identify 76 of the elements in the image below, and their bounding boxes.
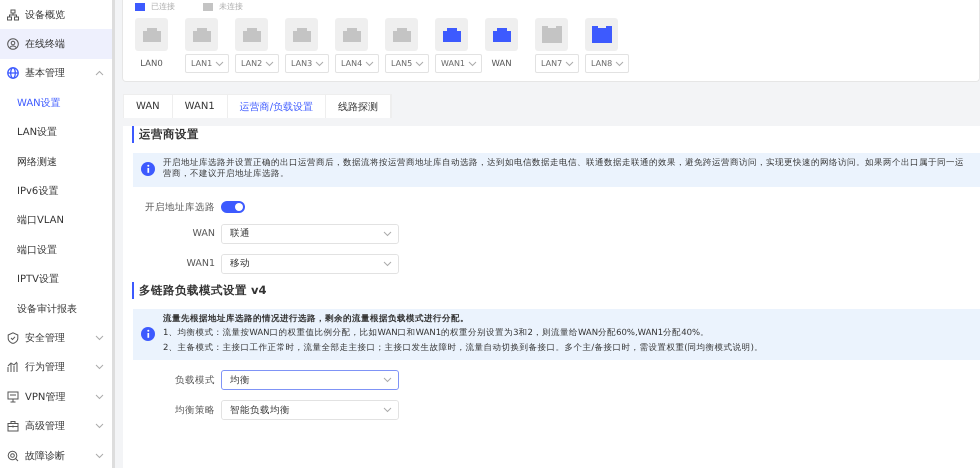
dropdown-select[interactable]: 均衡 (221, 370, 399, 390)
chevron-icon (95, 364, 104, 370)
chevron-icon (383, 377, 392, 384)
legend-label: 已连接 (151, 2, 175, 12)
chevron-icon (415, 60, 424, 66)
chevron-icon (95, 423, 104, 430)
port-label: WAN (490, 59, 513, 69)
sidebar-subitem[interactable]: 端口VLAN (0, 206, 112, 236)
chevron-icon (95, 452, 104, 459)
chevron-icon (215, 60, 224, 66)
search-icon (7, 450, 19, 462)
sidebar-subitem[interactable]: 端口设置 (0, 235, 112, 265)
chevron-icon (468, 60, 478, 66)
chevron-icon (95, 394, 104, 400)
info-text: 流量先根据地址库选路的情况进行选路，剩余的流量根据负载模式进行分配。 (163, 314, 470, 326)
dropdown-select[interactable]: 智能负载均衡 (221, 400, 399, 420)
sidebar-item[interactable]: 故障诊断 (0, 440, 112, 468)
field-label: 开启地址库选路 (144, 200, 216, 214)
field-label: 负载模式 (174, 374, 216, 387)
port-role-select[interactable]: LAN2 (235, 54, 280, 73)
port-role-select[interactable]: LAN3 (285, 54, 330, 73)
globe-icon (7, 67, 19, 80)
chevron-icon (383, 230, 392, 237)
chevron-icon (95, 334, 104, 341)
field-label: WAN (192, 228, 216, 240)
port-role-select[interactable]: LAN7 (535, 54, 580, 73)
chevron-icon (615, 60, 624, 66)
shield-icon (7, 332, 19, 344)
dropdown-select[interactable]: 移动 (221, 254, 399, 274)
chevron-icon (95, 70, 104, 76)
info-text: 2、主备模式：主接口工作正常时，流量全部走主接口；主接口发生故障时，流量自动切换到备接口。多个主/备接口时，需设置权重(同均衡模式说明)。 (163, 342, 763, 354)
legend-label: 未连接 (219, 2, 243, 12)
tab[interactable]: 线路探测 (326, 95, 392, 118)
port-label: LAN0 (139, 59, 164, 69)
field-label: WAN1 (185, 258, 216, 270)
chevron-icon (265, 60, 274, 66)
port-role-select[interactable]: LAN8 (585, 54, 630, 73)
info-text: 1、均衡模式：流量按WAN口的权重值比例分配，比如WAN口和WAN1的权重分别设置为3和2，则流量给WAN分配60%,WAN1分配40%。 (163, 328, 710, 340)
sidebar-item[interactable]: 高级管理 (0, 411, 112, 441)
dropdown-select[interactable]: 联通 (221, 224, 399, 244)
toolbox-icon (7, 420, 19, 432)
chevron-icon (365, 60, 374, 66)
sidebar-subitem[interactable]: IPTV设置 (0, 264, 112, 294)
monitor-icon (7, 390, 19, 403)
sidebar-item[interactable]: 安全管理 (0, 323, 112, 353)
info-text: 开启地址库选路并设置正确的出口运营商后，数据流将按运营商地址库自动选路，达到如电信数据走电信、联通数据走联通的效果，避免跨运营商访问，实现更快速的网络访问。如果两个出口属于同一运营商，不建议开启地址库选路。 (163, 158, 965, 181)
tab[interactable]: 运营商/负载设置 (228, 95, 326, 118)
sidebar-subitem[interactable]: WAN设置 (0, 88, 112, 118)
sidebar-subitem[interactable]: LAN设置 (0, 118, 112, 147)
port-role-select[interactable]: LAN5 (385, 54, 430, 73)
chevron-icon (565, 60, 574, 66)
sidebar-subitem[interactable]: 网络测速 (0, 146, 112, 176)
section-title: 运营商设置 (132, 126, 980, 143)
tab[interactable]: WAN (124, 95, 173, 118)
toggle-switch[interactable] (221, 201, 245, 214)
network-icon (7, 8, 19, 21)
user-icon (7, 38, 19, 50)
sidebar-item[interactable]: 基本管理 (0, 58, 112, 88)
sidebar-item[interactable]: 在线终端 (0, 29, 112, 59)
port-role-select[interactable]: LAN4 (335, 54, 380, 73)
sidebar-item[interactable]: 设备概览 (0, 0, 112, 30)
info-icon (141, 162, 155, 176)
sidebar-item[interactable]: VPN管理 (0, 382, 112, 412)
field-label: 均衡策略 (174, 404, 216, 417)
section-title: 多链路负载模式设置 v4 (132, 282, 980, 299)
sidebar-subitem[interactable]: IPv6设置 (0, 176, 112, 206)
port-role-select[interactable]: WAN1 (435, 54, 482, 73)
tab[interactable]: WAN1 (172, 95, 228, 118)
sidebar-subitem[interactable]: 设备审计报表 (0, 294, 112, 324)
chevron-icon (383, 407, 392, 414)
chart-icon (7, 361, 19, 374)
chevron-icon (383, 260, 392, 267)
info-icon (141, 327, 155, 342)
chevron-icon (315, 60, 324, 66)
sidebar-item[interactable]: 行为管理 (0, 352, 112, 382)
port-role-select[interactable]: LAN1 (185, 54, 230, 73)
